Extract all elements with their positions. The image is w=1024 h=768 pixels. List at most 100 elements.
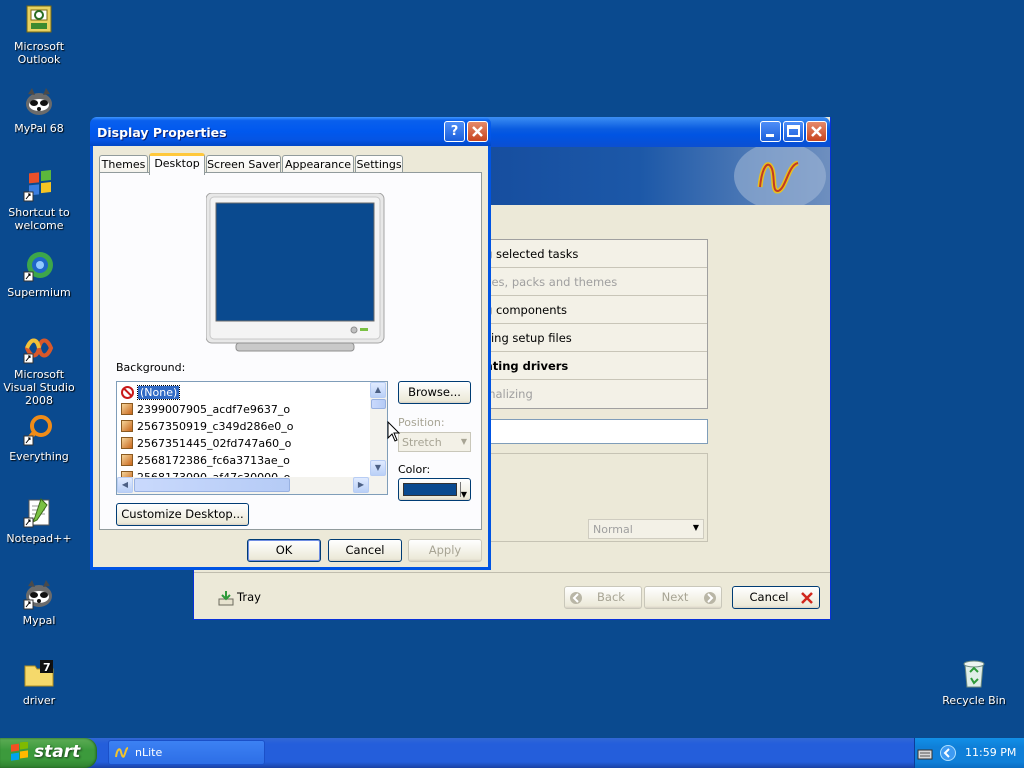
list-item[interactable]: 2399007905_acdf7e9637_o bbox=[121, 401, 290, 418]
desktop-icon-visual-studio[interactable]: Microsoft Visual Studio 2008 bbox=[0, 332, 78, 407]
desktop-icon-notepad-plus[interactable]: Notepad++ bbox=[0, 496, 78, 545]
desktop-icon-label: Recycle Bin bbox=[942, 694, 1006, 707]
scroll-up-button[interactable]: ▲ bbox=[370, 382, 386, 398]
chevron-down-icon: ▼ bbox=[460, 437, 467, 446]
apply-label: Apply bbox=[428, 543, 462, 557]
mouse-cursor-icon bbox=[387, 421, 401, 442]
taskbar-button-label: nLite bbox=[135, 746, 163, 759]
system-tray: 11:59 PM bbox=[914, 738, 1024, 768]
scroll-down-button[interactable]: ▼ bbox=[370, 460, 386, 476]
desktop-icon-outlook[interactable]: Microsoft Outlook bbox=[0, 4, 78, 66]
image-file-icon bbox=[121, 454, 133, 466]
scroll-thumb[interactable] bbox=[134, 478, 290, 492]
vertical-scrollbar[interactable]: ▲ ▼ bbox=[370, 382, 387, 478]
desktop-icon-label: Supermium bbox=[7, 286, 71, 299]
desktop-icon-mypal68[interactable]: MyPal 68 bbox=[0, 86, 78, 135]
start-label: start bbox=[34, 742, 81, 762]
position-select[interactable]: Stretch ▼ bbox=[398, 432, 471, 452]
task-item: xes, packs and themes bbox=[465, 268, 707, 296]
list-item-label: 2568172386_fc6a3713ae_o bbox=[137, 454, 290, 467]
desktop-icon-label: Shortcut to welcome bbox=[8, 206, 70, 232]
chevron-left-icon bbox=[943, 748, 950, 758]
desktop-tab-panel: Background: (None) 2399007905_acdf7e9637… bbox=[99, 172, 482, 530]
desktop-icon-welcome[interactable]: Shortcut to welcome bbox=[0, 170, 78, 232]
desktop-icon-recycle-bin[interactable]: Recycle Bin bbox=[935, 658, 1013, 707]
windows-logo-icon bbox=[11, 742, 28, 761]
scroll-thumb[interactable] bbox=[371, 399, 386, 409]
desktop-icon-driver[interactable]: 7 driver bbox=[0, 658, 78, 707]
maximize-button[interactable] bbox=[783, 121, 804, 142]
recycle-bin-icon bbox=[958, 658, 990, 690]
list-item[interactable]: 2568173090_af47c30000_o bbox=[121, 469, 290, 477]
desktop-icon-label: driver bbox=[22, 694, 56, 707]
list-item-label: (None) bbox=[136, 385, 181, 400]
supermium-icon bbox=[23, 250, 55, 282]
cancel-label: Cancel bbox=[749, 590, 789, 604]
help-button[interactable]: ? bbox=[444, 121, 465, 142]
close-icon bbox=[811, 126, 822, 137]
browse-button[interactable]: Browse... bbox=[398, 381, 471, 404]
taskbar: start nLite 11:59 PM bbox=[0, 738, 1024, 768]
close-icon bbox=[801, 592, 813, 604]
close-button[interactable] bbox=[467, 121, 488, 142]
no-entry-icon bbox=[121, 386, 134, 399]
list-item-label: 2567351445_02fd747a60_o bbox=[137, 437, 292, 450]
svg-text:7: 7 bbox=[43, 661, 51, 674]
back-label: Back bbox=[597, 590, 625, 604]
background-list[interactable]: (None) 2399007905_acdf7e9637_o 256735091… bbox=[116, 381, 388, 495]
apply-button[interactable]: Apply bbox=[408, 539, 482, 562]
clock[interactable]: 11:59 PM bbox=[965, 746, 1016, 759]
tray-button[interactable]: Tray bbox=[214, 586, 284, 609]
display-properties-dialog: Display Properties ? Themes Desktop Scre… bbox=[90, 117, 491, 570]
color-picker-button[interactable]: ▼ bbox=[398, 478, 471, 501]
tab-desktop[interactable]: Desktop bbox=[149, 153, 205, 175]
desktop-icon-label: Mypal bbox=[22, 614, 56, 627]
cancel-button[interactable]: Cancel bbox=[328, 539, 402, 562]
visual-studio-icon bbox=[23, 332, 55, 364]
task-item: sing setup files bbox=[465, 324, 707, 352]
close-button[interactable] bbox=[806, 121, 827, 142]
horizontal-scrollbar[interactable]: ◀ ▶ bbox=[117, 477, 387, 494]
desktop-icon-everything[interactable]: Everything bbox=[0, 414, 78, 463]
list-item[interactable]: 2568172386_fc6a3713ae_o bbox=[121, 452, 290, 469]
list-item-label: 2399007905_acdf7e9637_o bbox=[137, 403, 291, 416]
footer-divider bbox=[194, 572, 830, 573]
nlite-logo bbox=[732, 142, 828, 210]
mypal-icon bbox=[23, 86, 55, 118]
desktop-icon-label: Microsoft Visual Studio 2008 bbox=[3, 368, 75, 407]
everything-icon bbox=[23, 414, 55, 446]
taskbar-button-nlite[interactable]: nLite bbox=[108, 740, 265, 765]
desktop-icon-supermium[interactable]: Supermium bbox=[0, 250, 78, 299]
keyboard-icon[interactable] bbox=[917, 747, 933, 761]
ok-button[interactable]: OK bbox=[247, 539, 321, 562]
maximize-icon bbox=[787, 125, 800, 137]
scroll-right-button[interactable]: ▶ bbox=[353, 477, 369, 493]
list-item[interactable]: 2567350919_c349d286e0_o bbox=[121, 418, 294, 435]
next-button[interactable]: Next bbox=[644, 586, 722, 609]
dialog-title-bar[interactable]: Display Properties ? bbox=[90, 117, 491, 146]
windows-flag-icon bbox=[23, 170, 55, 202]
background-label: Background: bbox=[116, 361, 186, 374]
task-item: inalizing bbox=[485, 387, 533, 401]
chevron-down-icon: ▼ bbox=[460, 490, 467, 499]
notepad-plus-icon bbox=[23, 496, 55, 528]
scroll-left-button[interactable]: ◀ bbox=[117, 477, 133, 493]
priority-select[interactable]: Normal ▼ bbox=[588, 519, 704, 539]
cancel-button[interactable]: Cancel bbox=[732, 586, 820, 609]
desktop-icon-mypal[interactable]: Mypal bbox=[0, 578, 78, 627]
7z-folder-icon: 7 bbox=[23, 658, 55, 690]
minimize-button[interactable] bbox=[760, 121, 781, 142]
show-hidden-icons-button[interactable] bbox=[940, 745, 956, 761]
chevron-down-icon: ▼ bbox=[692, 523, 699, 532]
monitor-preview bbox=[205, 192, 386, 353]
next-label: Next bbox=[661, 590, 689, 604]
image-file-icon bbox=[121, 420, 133, 432]
list-item[interactable]: (None) bbox=[121, 384, 181, 401]
customize-desktop-button[interactable]: Customize Desktop... bbox=[116, 503, 249, 526]
task-list: g selected tasks xes, packs and themes g… bbox=[464, 239, 708, 409]
start-button[interactable]: start bbox=[0, 738, 97, 768]
back-button[interactable]: Back bbox=[564, 586, 642, 609]
position-label: Position: bbox=[398, 416, 445, 429]
list-item[interactable]: 2567351445_02fd747a60_o bbox=[121, 435, 291, 452]
desktop-icon-label: MyPal 68 bbox=[14, 122, 64, 135]
